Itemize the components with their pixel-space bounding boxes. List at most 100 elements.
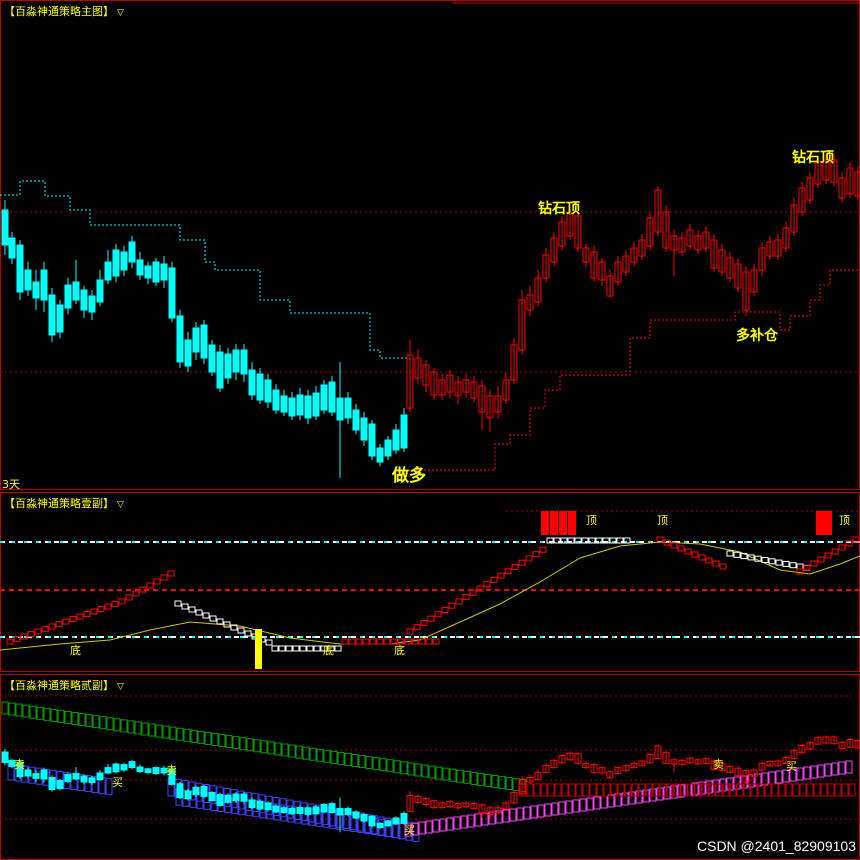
green-band-cell (176, 727, 184, 741)
candle-body (56, 780, 64, 790)
magenta-band-cell (810, 765, 818, 779)
indicator-marker (355, 638, 363, 645)
green-band-cell (330, 750, 338, 764)
bottom-label: 底 (323, 644, 334, 657)
red-band-cell (820, 783, 828, 797)
indicator-marker (34, 628, 42, 635)
green-band-cell (8, 702, 16, 716)
chevron-down-icon[interactable]: ▽ (117, 8, 124, 18)
top-signal-bar (550, 511, 558, 535)
candle-body (296, 394, 304, 416)
indicator-marker (448, 602, 456, 609)
red-band-cell (596, 783, 604, 797)
candle-body (192, 327, 200, 353)
green-band-cell (232, 736, 240, 750)
green-band-cell (113, 718, 121, 732)
candle-body (368, 423, 376, 457)
candle-body (232, 793, 240, 802)
candle-body (288, 807, 296, 815)
candle-body (64, 774, 72, 782)
indicator-marker (670, 542, 678, 549)
indicator-marker (111, 601, 119, 607)
green-band-cell (470, 771, 478, 785)
green-band-cell (197, 730, 205, 744)
candle-body (176, 315, 184, 363)
candle-body (128, 241, 136, 263)
magenta-band-cell (432, 819, 440, 833)
green-band-cell (64, 710, 72, 724)
green-band-cell (414, 763, 422, 777)
green-band-cell (134, 721, 142, 735)
magenta-band-cell (558, 801, 566, 815)
chevron-down-icon[interactable]: ▽ (117, 682, 124, 692)
indicator-marker (118, 598, 126, 605)
green-band-cell (239, 737, 247, 751)
green-band-cell (407, 762, 415, 776)
indicator-marker (691, 551, 699, 558)
green-band-cell (120, 719, 128, 733)
green-band-cell (372, 757, 380, 771)
candle-body (208, 792, 216, 802)
red-band-cell (848, 783, 856, 797)
red-band-cell (778, 783, 786, 797)
sub1-panel-title[interactable]: 【百淼神通策略壹副】 ▽ (4, 495, 124, 511)
green-band-cell (127, 720, 135, 734)
indicator-marker (838, 544, 846, 551)
candle-body (24, 769, 32, 777)
red-band-cell (792, 783, 800, 797)
indicator-marker (810, 560, 818, 567)
indicator-marker (831, 548, 839, 555)
indicator-marker (160, 574, 168, 581)
magenta-band-cell (530, 805, 538, 819)
candle-body (312, 392, 320, 417)
candle-body (40, 769, 48, 780)
indicator-marker (796, 563, 804, 570)
sub2-chart-panel[interactable]: 【百淼神通策略贰副】 ▽ 卖 卖 卖 买 买 买 CSDN @2401_82909… (0, 674, 860, 860)
indicator-marker (125, 594, 133, 601)
indicator-marker (775, 559, 783, 566)
candle-body (216, 794, 224, 806)
green-band-cell (323, 749, 331, 763)
main-panel-title[interactable]: 【百淼神通策略主图】 ▽ (4, 3, 124, 19)
candle-body (184, 790, 192, 800)
bottom-label: 底 (70, 644, 81, 657)
candle-body (312, 806, 320, 815)
candle-body (48, 294, 56, 336)
green-band-cell (267, 741, 275, 755)
sell-label: 卖 (14, 758, 25, 771)
watermark: CSDN @2401_82909103 (697, 838, 856, 854)
indicator-marker (369, 638, 377, 645)
magenta-band-cell (537, 804, 545, 818)
top-signal-bar (541, 511, 549, 535)
candle-body (144, 768, 152, 773)
red-band-cell (582, 783, 590, 797)
candle-body (152, 261, 160, 283)
indicator-marker (90, 608, 98, 615)
candle-body (280, 395, 288, 413)
indicator-marker (761, 557, 769, 563)
sub2-panel-title[interactable]: 【百淼神通策略贰副】 ▽ (4, 677, 124, 693)
chevron-down-icon[interactable]: ▽ (117, 500, 124, 510)
candle-body (200, 324, 208, 359)
candle-body (336, 807, 344, 816)
red-band-cell (533, 783, 541, 797)
indicator-marker (181, 603, 189, 610)
candle-body (88, 295, 96, 313)
magenta-band-cell (474, 813, 482, 827)
indicator-marker (782, 560, 790, 567)
magenta-band-cell (516, 807, 524, 821)
indicator-marker (824, 552, 832, 559)
candle-body (40, 269, 48, 301)
magenta-band-cell (796, 767, 804, 781)
indicator-marker (684, 548, 692, 555)
main-chart-panel[interactable]: 【百淼神通策略主图】 ▽ 3天 钻石顶 钻石顶 做多 多补仓 (0, 0, 860, 491)
sub1-chart-panel[interactable]: 【百淼神通策略壹副】 ▽ 顶 顶 顶 底 底 底 (0, 492, 860, 672)
green-band-cell (155, 724, 163, 738)
green-band-cell (85, 714, 93, 728)
magenta-band-cell (768, 771, 776, 785)
indicator-marker (441, 607, 449, 613)
top-label: 顶 (657, 514, 668, 527)
buy-label: 买 (786, 760, 797, 773)
magenta-band-cell (600, 795, 608, 809)
indicator-marker (41, 626, 49, 632)
